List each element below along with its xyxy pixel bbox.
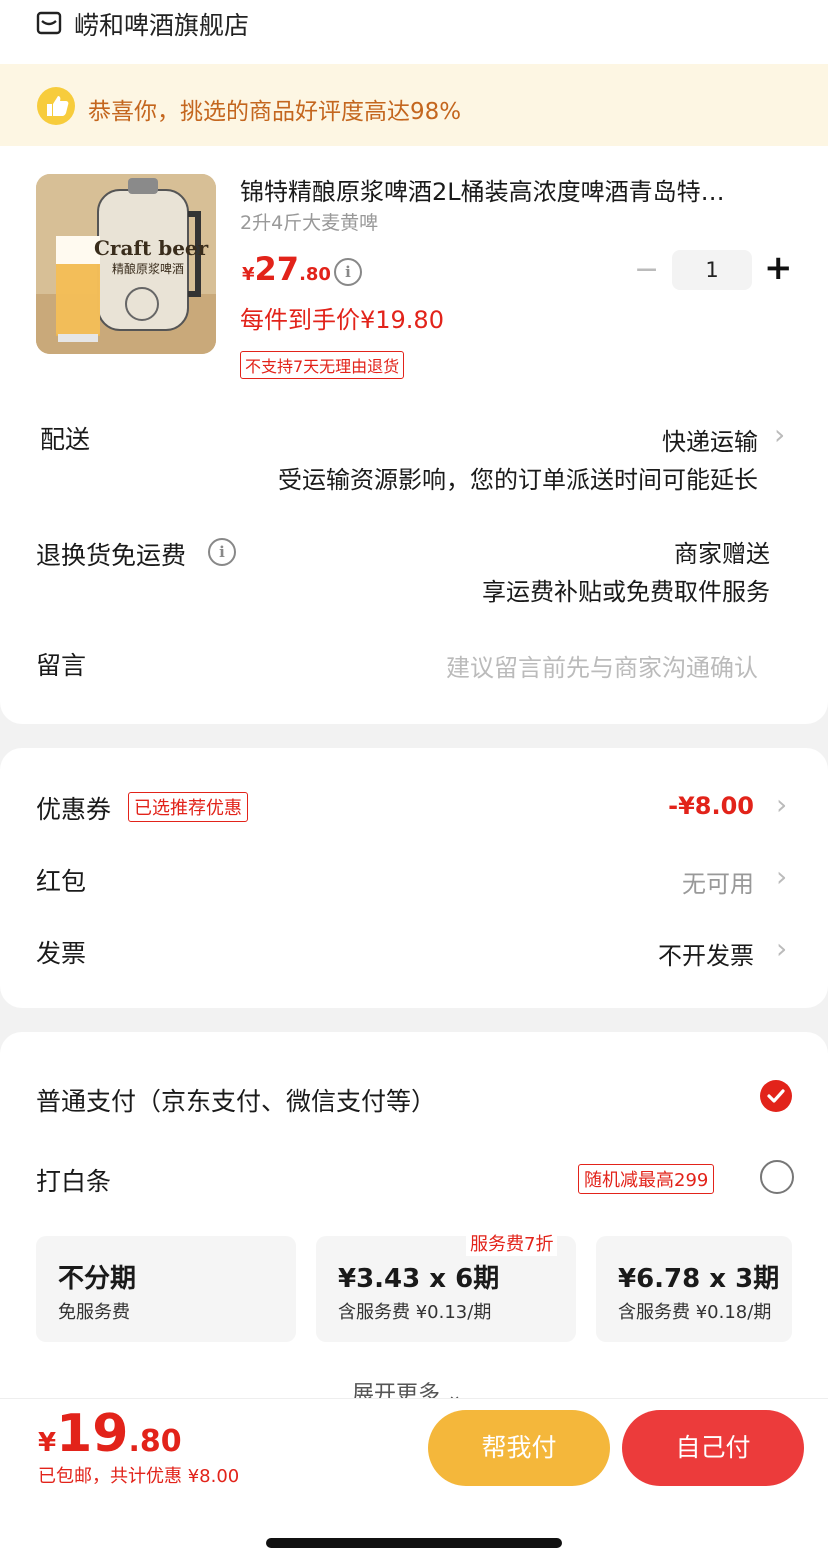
invoice-chevron-icon[interactable]: › — [776, 932, 787, 965]
total-dec: .80 — [128, 1424, 182, 1459]
no-return-tag: 不支持7天无理由退货 — [240, 351, 405, 379]
invoice-label: 发票 — [36, 939, 87, 968]
total-subtext: 已包邮，共计优惠 ¥8.00 — [38, 1466, 240, 1487]
return-shipping-note: 享运费补贴或免费取件服务 — [482, 578, 770, 606]
message-input[interactable]: 建议留言前先与商家沟通确认 — [446, 648, 758, 683]
self-pay-button[interactable]: 自己付 — [622, 1410, 804, 1486]
baitiao-label[interactable]: 打白条 — [36, 1162, 111, 1198]
coupon-value[interactable]: -¥8.00 — [668, 792, 754, 820]
watermark-url: zhizhizhi.com — [686, 1530, 808, 1551]
product-image-text-cn: 精酿原浆啤酒 — [112, 262, 185, 276]
product-price: ¥27.80 — [242, 250, 331, 288]
message-label: 留言 — [36, 651, 87, 680]
installment-plan-2[interactable]: ¥6.78 x 3期 含服务费 ¥0.18/期 — [596, 1236, 792, 1342]
normal-pay-label[interactable]: 普通支付（京东支付、微信支付等） — [36, 1082, 436, 1118]
price-currency: ¥ — [242, 264, 255, 285]
total-price: ¥19.80 — [38, 1404, 182, 1464]
product-image-text: Craft beer — [94, 236, 209, 260]
price-info-icon[interactable]: i — [334, 258, 362, 286]
total-currency: ¥ — [38, 1428, 57, 1458]
baitiao-tag: 随机减最高299 — [578, 1164, 715, 1194]
product-title[interactable]: 锦特精酿原浆啤酒2L桶装高浓度啤酒青岛特… — [240, 172, 788, 207]
coupon-chevron-icon[interactable]: › — [776, 788, 787, 821]
plan-main: ¥6.78 x 3期 — [618, 1264, 780, 1294]
final-unit-price: 每件到手价¥19.80 — [240, 306, 444, 334]
checkmark-icon[interactable] — [760, 1080, 792, 1112]
service-fee-tag: 服务费7折 — [466, 1230, 558, 1256]
quantity-minus-button[interactable]: − — [634, 252, 659, 287]
store-header[interactable]: 崂和啤酒旗舰店 — [0, 0, 828, 64]
help-pay-button[interactable]: 帮我付 — [428, 1410, 610, 1486]
quantity-plus-button[interactable]: + — [764, 248, 793, 288]
return-shipping-info-icon[interactable]: i — [208, 538, 236, 566]
coupon-tag: 已选推荐优惠 — [128, 792, 248, 822]
banner-text: 恭喜你，挑选的商品好评度高达98% — [88, 99, 462, 125]
coupon-label: 优惠券 — [36, 795, 112, 824]
delivery-label: 配送 — [40, 425, 91, 454]
store-icon — [36, 11, 62, 35]
plan-sub: 免服务费 — [58, 1302, 130, 1323]
store-name: 崂和啤酒旗舰店 — [74, 11, 250, 40]
total-int: 19 — [56, 1404, 129, 1464]
home-indicator[interactable] — [266, 1538, 562, 1548]
delivery-note: 受运输资源影响，您的订单派送时间可能延长 — [278, 466, 758, 494]
plan-sub: 含服务费 ¥0.18/期 — [618, 1302, 772, 1323]
installment-plan-0[interactable]: 不分期 免服务费 — [36, 1236, 296, 1342]
product-spec[interactable]: 2升4斤大麦黄啤 — [240, 208, 378, 235]
plan-main: 不分期 — [58, 1264, 137, 1294]
red-packet-chevron-icon[interactable]: › — [776, 860, 787, 893]
plan-sub: 含服务费 ¥0.13/期 — [338, 1302, 492, 1323]
price-dec: .80 — [299, 264, 331, 285]
baitiao-radio[interactable] — [760, 1160, 794, 1194]
delivery-chevron-icon[interactable]: › — [774, 418, 785, 451]
delivery-method[interactable]: 快递运输 — [662, 422, 758, 457]
plan-main: ¥3.43 x 6期 — [338, 1264, 500, 1294]
thumbs-up-icon — [37, 87, 75, 125]
product-image[interactable]: Craft beer 精酿原浆啤酒 — [36, 174, 216, 354]
price-int: 27 — [254, 250, 300, 288]
return-shipping-label: 退换货免运费 — [36, 541, 187, 570]
return-shipping-value: 商家赠送 — [674, 540, 770, 568]
red-packet-label: 红包 — [36, 867, 87, 896]
invoice-value[interactable]: 不开发票 — [658, 936, 754, 971]
quantity-input[interactable]: 1 — [672, 250, 752, 290]
red-packet-value[interactable]: 无可用 — [682, 864, 754, 899]
